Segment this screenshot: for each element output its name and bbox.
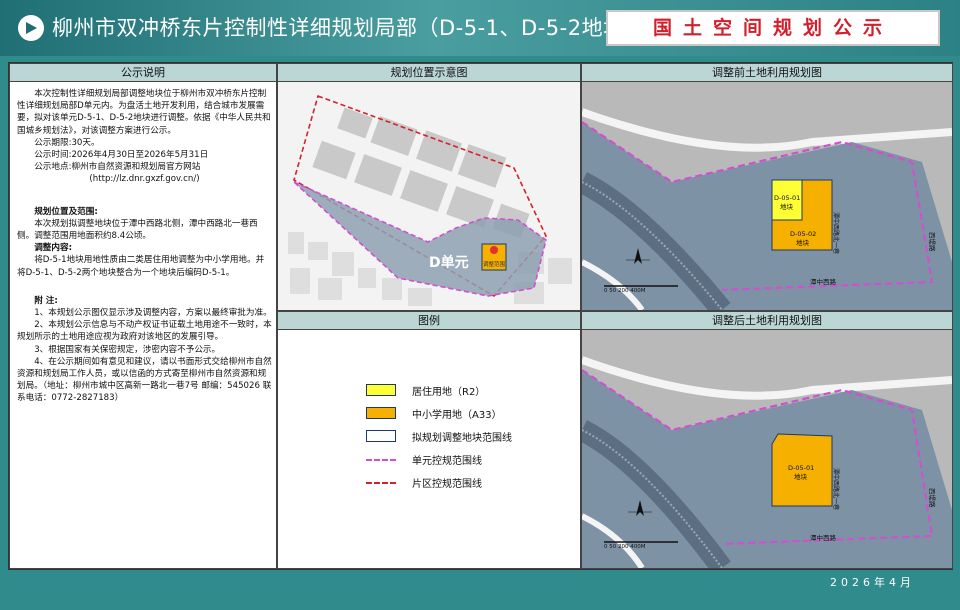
legend-panel: 图例 居住用地（R2） 中小学用地（A33） 拟规划调整地块范围线 单元控规范围… xyxy=(277,311,581,569)
after-road-3: 西堤路 xyxy=(928,488,937,508)
notice-place: 公示地点:柳州市自然资源和规划局官方网站 xyxy=(34,162,201,173)
legend-swatch-district-boundary xyxy=(366,482,396,484)
before-panel-title: 调整前土地利用规划图 xyxy=(582,64,952,82)
before-scale: 0 50 200 400M xyxy=(604,288,646,294)
before-panel: 调整前土地利用规划图 D-05-01 地块 D-05-02 地块 潭中西路北一巷… xyxy=(581,63,953,311)
notice-panel-title: 公示说明 xyxy=(10,64,276,82)
content-text: 将D-5-1地块用地性质由二类居住用地调整为中小学用地。并将D-5-1、D-5-… xyxy=(17,255,265,278)
note-2: 2、本规划公示信息与不动产权证书证载土地用途不一致时，本规划所示的土地用途应视为… xyxy=(17,320,272,343)
notice-period: 公示期限:30天。 xyxy=(34,137,100,148)
before-block1-name: 地块 xyxy=(780,202,794,211)
before-block2-code: D-05-02 xyxy=(790,230,816,238)
after-road-1: 潭中西路北一巷 xyxy=(832,468,840,510)
location-map: D单元 调整范围 xyxy=(278,82,580,310)
after-map-svg: D-05-01 地块 潭中西路北一巷 潭中西路 西堤路 0 50 200 400… xyxy=(582,330,952,568)
legend-swatch-unit-boundary xyxy=(366,459,396,461)
before-road-2: 潭中西路 xyxy=(810,277,837,286)
scope-title: 规划位置及范围: xyxy=(34,206,98,217)
legend-panel-title: 图例 xyxy=(278,312,580,330)
page-title: 柳州市双冲桥东片控制性详细规划局部（D-5-1、D-5-2地块）调整 xyxy=(52,16,690,40)
footer-date: 2026年4月 xyxy=(830,576,915,589)
school-pin-label: 调整范围 xyxy=(483,260,506,268)
notice-panel: 公示说明 本次控制性详细规划局部调整地块位于柳州市双冲桥东片控制性详细规划局部D… xyxy=(9,63,277,569)
legend-swatch-adjust-boundary xyxy=(366,430,396,442)
content-frame: 公示说明 本次控制性详细规划局部调整地块位于柳州市双冲桥东片控制性详细规划局部D… xyxy=(8,62,953,570)
after-panel-title: 调整后土地利用规划图 xyxy=(582,312,952,330)
notice-text: 本次控制性详细规划局部调整地块位于柳州市双冲桥东片控制性详细规划局部D单元内。为… xyxy=(17,88,272,405)
note-4: 4、在公示期间如有意见和建议，请以书面形式交给柳州市自然资源和规划局工作人员，或… xyxy=(17,356,272,404)
before-block2-name: 地块 xyxy=(796,238,810,247)
notice-time: 公示时间:2026年4月30日至2026年5月31日 xyxy=(34,150,209,161)
notice-intro: 本次控制性详细规划局部调整地块位于柳州市双冲桥东片控制性详细规划局部D单元内。为… xyxy=(17,89,271,136)
note-1: 1、本规划公示图仅显示涉及调整内容，方案以最终审批为准。 xyxy=(34,308,272,319)
location-map-svg: D单元 调整范围 xyxy=(278,82,580,310)
before-map-svg: D-05-01 地块 D-05-02 地块 潭中西路北一巷 潭中西路 西堤路 0… xyxy=(582,82,952,310)
after-block-code: D-05-01 xyxy=(788,464,814,472)
scope-text: 本次规划拟调整地块位于潭中西路北侧，潭中西路北一巷西侧。调整范围用地面积约8.4… xyxy=(17,218,258,242)
after-scale: 0 50 200 400M xyxy=(604,544,646,550)
before-block1-code: D-05-01 xyxy=(774,194,800,202)
notice-url[interactable]: (http://lz.dnr.gxzf.gov.cn/) xyxy=(17,173,272,185)
location-panel: 规划位置示意图 D单元 调整范围 xyxy=(277,63,581,311)
legend-swatch-school xyxy=(366,407,396,419)
location-panel-title: 规划位置示意图 xyxy=(278,64,580,82)
note-title: 附 注: xyxy=(34,295,58,306)
play-circle-icon xyxy=(18,15,44,41)
content-title: 调整内容: xyxy=(34,243,72,254)
after-road-2: 潭中西路 xyxy=(810,533,837,542)
after-map: D-05-01 地块 潭中西路北一巷 潭中西路 西堤路 0 50 200 400… xyxy=(582,330,952,568)
d-unit-label: D单元 xyxy=(429,254,469,271)
before-road-3: 西堤路 xyxy=(928,232,937,252)
after-block-name: 地块 xyxy=(794,472,808,481)
note-3: 3、根据国家有关保密规定，涉密内容不予公示。 xyxy=(34,344,221,355)
legend-swatch-residential xyxy=(366,384,396,396)
before-map: D-05-01 地块 D-05-02 地块 潭中西路北一巷 潭中西路 西堤路 0… xyxy=(582,82,952,310)
after-panel: 调整后土地利用规划图 D-05-01 地块 潭中西路北一巷 潭中西路 西堤路 0… xyxy=(581,311,953,569)
header-bar: 柳州市双冲桥东片控制性详细规划局部（D-5-1、D-5-2地块）调整 国土空间规… xyxy=(0,0,960,56)
notice-badge: 国土空间规划公示 xyxy=(606,10,940,46)
before-road-1: 潭中西路北一巷 xyxy=(832,212,840,254)
